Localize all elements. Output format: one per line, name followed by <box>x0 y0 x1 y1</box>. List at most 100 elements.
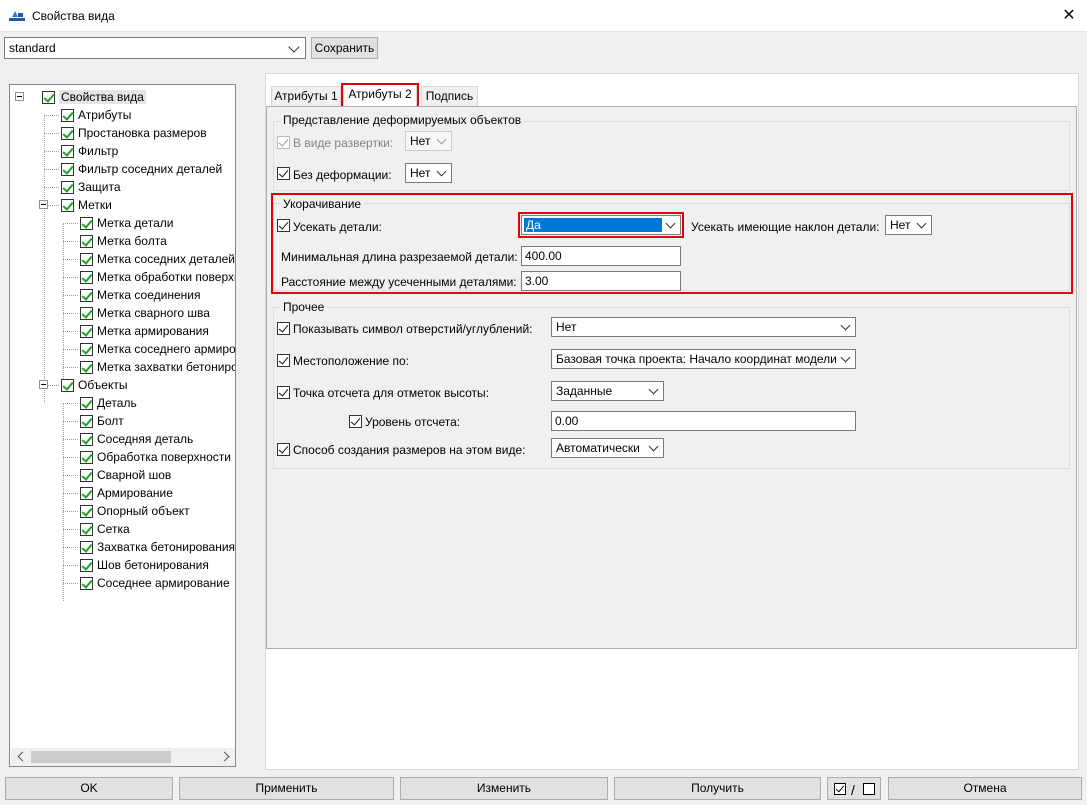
chevron-down-icon <box>648 384 659 395</box>
green-check-icon[interactable] <box>80 270 93 284</box>
green-check-icon[interactable] <box>61 162 74 176</box>
tree-item-object[interactable]: Обработка поверхности <box>80 448 231 466</box>
cancel-button[interactable]: Отмена <box>888 777 1082 800</box>
tree-item-object[interactable]: Сетка <box>80 520 130 538</box>
green-check-icon[interactable] <box>42 90 55 104</box>
green-check-icon[interactable] <box>80 360 93 374</box>
green-check-icon[interactable] <box>80 468 93 482</box>
tree-item-label: Деталь <box>97 396 137 410</box>
green-check-icon[interactable] <box>80 432 93 446</box>
tree-root[interactable]: Свойства вида <box>42 88 146 106</box>
tree-line <box>63 313 78 314</box>
green-check-icon[interactable] <box>61 378 74 392</box>
reference-level-input[interactable]: 0.00 <box>551 411 856 431</box>
reference-level-checkbox[interactable] <box>349 415 362 428</box>
apply-button[interactable]: Применить <box>179 777 394 800</box>
no-deformation-checkbox[interactable] <box>277 167 290 180</box>
collapse-icon[interactable] <box>39 380 48 389</box>
location-dropdown[interactable]: Базовая точка проекта: Начало координат … <box>551 349 856 369</box>
show-holes-label: Показывать символ отверстий/углублений: <box>293 322 533 336</box>
ok-button[interactable]: OK <box>5 777 173 800</box>
tree-item-objects[interactable]: Объекты <box>61 376 128 394</box>
chevron-down-icon <box>648 441 659 452</box>
show-holes-checkbox[interactable] <box>277 322 290 335</box>
green-check-icon[interactable] <box>80 576 93 590</box>
green-check-icon[interactable] <box>80 324 93 338</box>
tree-item-label: Армирование <box>97 486 173 500</box>
tree-item-mark[interactable]: Метка соседних деталей <box>80 250 235 268</box>
dimension-method-dropdown[interactable]: Автоматически <box>551 438 664 458</box>
tree-item-marks[interactable]: Метки <box>61 196 112 214</box>
tree-item-label: Фильтр <box>78 144 119 158</box>
green-check-icon[interactable] <box>80 558 93 572</box>
tree-item-object[interactable]: Соседняя деталь <box>80 430 193 448</box>
green-check-icon[interactable] <box>61 180 74 194</box>
green-check-icon[interactable] <box>80 306 93 320</box>
toggle-checkboxes-button[interactable]: / <box>827 777 881 800</box>
green-check-icon[interactable] <box>80 234 93 248</box>
green-check-icon[interactable] <box>80 252 93 266</box>
tree-item-object[interactable]: Захватка бетонирования <box>80 538 235 556</box>
tree-item-mark[interactable]: Метка захватки бетониров <box>80 358 235 376</box>
tree-item-object[interactable]: Деталь <box>80 394 137 412</box>
tree-item[interactable]: Защита <box>61 178 121 196</box>
green-check-icon[interactable] <box>80 504 93 518</box>
elevation-origin-dropdown[interactable]: Заданные <box>551 381 664 401</box>
tree-item[interactable]: Фильтр соседних деталей <box>61 160 222 178</box>
tree-item[interactable]: Фильтр <box>61 142 118 160</box>
tree-item-object[interactable]: Сварной шов <box>80 466 171 484</box>
green-check-icon[interactable] <box>80 288 93 302</box>
collapse-icon[interactable] <box>15 92 24 101</box>
show-holes-dropdown[interactable]: Нет <box>551 317 856 337</box>
tab-attributes-1[interactable]: Атрибуты 1 <box>271 86 341 107</box>
scroll-left-icon[interactable] <box>17 751 28 762</box>
get-button[interactable]: Получить <box>614 777 821 800</box>
green-check-icon[interactable] <box>80 396 93 410</box>
tree-item-object[interactable]: Соседнее армирование <box>80 574 230 592</box>
location-checkbox[interactable] <box>277 354 290 367</box>
no-deformation-dropdown[interactable]: Нет <box>405 163 452 183</box>
elevation-origin-value: Заданные <box>556 384 613 398</box>
scroll-thumb[interactable] <box>31 751 171 763</box>
close-icon[interactable]: ✕ <box>1057 6 1081 26</box>
tree-horizontal-scrollbar[interactable] <box>11 748 235 766</box>
properties-tree[interactable]: Свойства вида Атрибуты Простановка размеро… <box>9 84 236 767</box>
tree-item-object[interactable]: Армирование <box>80 484 173 502</box>
green-check-icon[interactable] <box>61 126 74 140</box>
tree-item-mark[interactable]: Метка детали <box>80 214 173 232</box>
green-check-icon[interactable] <box>80 216 93 230</box>
tree-item-label: Обработка поверхности <box>97 450 231 464</box>
green-check-icon[interactable] <box>80 450 93 464</box>
green-check-icon[interactable] <box>61 108 74 122</box>
elevation-origin-checkbox[interactable] <box>277 386 290 399</box>
green-check-icon[interactable] <box>80 342 93 356</box>
scroll-right-icon[interactable] <box>219 751 230 762</box>
dimension-method-checkbox[interactable] <box>277 443 290 456</box>
green-check-icon[interactable] <box>80 486 93 500</box>
tree-item[interactable]: Простановка размеров <box>61 124 207 142</box>
green-check-icon[interactable] <box>61 198 74 212</box>
chevron-down-icon <box>840 352 851 363</box>
tree-item-mark[interactable]: Метка обработки поверхн <box>80 268 235 286</box>
modify-button[interactable]: Изменить <box>400 777 608 800</box>
unfold-dropdown[interactable]: Нет <box>405 131 452 151</box>
tree-item-object[interactable]: Шов бетонирования <box>80 556 209 574</box>
tree-item-mark[interactable]: Метка соединения <box>80 286 200 304</box>
collapse-icon[interactable] <box>39 200 48 209</box>
preset-combo[interactable]: standard <box>4 37 306 59</box>
tree-item-mark[interactable]: Метка соседнего армиров <box>80 340 235 358</box>
tree-item-label: Опорный объект <box>97 504 190 518</box>
green-check-icon[interactable] <box>61 144 74 158</box>
green-check-icon[interactable] <box>80 414 93 428</box>
green-check-icon[interactable] <box>80 522 93 536</box>
green-check-icon[interactable] <box>80 540 93 554</box>
tree-item-object[interactable]: Опорный объект <box>80 502 190 520</box>
save-preset-button[interactable]: Сохранить <box>311 37 378 59</box>
tree-item-object[interactable]: Болт <box>80 412 124 430</box>
tree-item-mark[interactable]: Метка сварного шва <box>80 304 210 322</box>
tree-item-mark[interactable]: Метка болта <box>80 232 167 250</box>
tree-item[interactable]: Атрибуты <box>61 106 131 124</box>
tab-signature[interactable]: Подпись <box>421 86 478 107</box>
unfold-checkbox[interactable] <box>277 136 290 149</box>
tree-item-mark[interactable]: Метка армирования <box>80 322 209 340</box>
